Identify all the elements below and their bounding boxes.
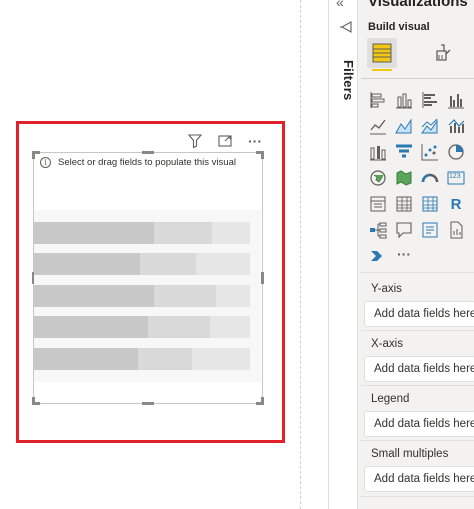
placeholder-bar (216, 285, 250, 307)
stacked-area-chart-icon[interactable] (419, 115, 441, 137)
x-axis-drop-zone[interactable]: Add data fields here (364, 356, 474, 382)
placeholder-bar (140, 253, 196, 275)
power-automate-icon[interactable] (367, 245, 389, 267)
placeholder-bar (212, 222, 250, 244)
resize-handle-top-left-v[interactable] (32, 151, 35, 159)
pane-separator (361, 78, 474, 79)
r-script-visual-icon[interactable]: R (445, 193, 467, 215)
build-visual-label: Build visual (368, 21, 430, 33)
well-separator (361, 440, 474, 441)
funnel-chart-icon[interactable] (393, 141, 415, 163)
line-and-column-chart-icon[interactable] (445, 115, 467, 137)
visual-header: ··· (186, 130, 264, 152)
resize-handle-bottom-right-v[interactable] (261, 397, 264, 405)
collapse-pane-icon[interactable]: « (336, 0, 352, 10)
card-icon[interactable]: 123 (445, 167, 467, 189)
decomposition-tree-icon[interactable] (367, 219, 389, 241)
filter-icon[interactable] (186, 132, 204, 150)
slicer-icon[interactable] (367, 193, 389, 215)
clustered-bar-chart-icon[interactable] (419, 89, 441, 111)
area-chart-icon[interactable] (393, 115, 415, 137)
gauge-icon[interactable] (419, 167, 441, 189)
placeholder-bar (34, 253, 140, 275)
ribbon-chart-icon[interactable] (367, 141, 389, 163)
paginated-report-icon[interactable] (445, 219, 467, 241)
active-tab-underline (372, 69, 392, 71)
stacked-column-chart-icon[interactable] (393, 89, 415, 111)
map-icon[interactable] (367, 167, 389, 189)
placeholder-chart (34, 210, 261, 382)
table-icon[interactable] (393, 193, 415, 215)
empty-visual-hint: i Select or drag fields to populate this… (40, 157, 236, 168)
resize-handle-top[interactable] (142, 151, 154, 154)
placeholder-bar (138, 348, 192, 370)
pie-chart-icon[interactable] (445, 141, 467, 163)
matrix-icon[interactable] (419, 193, 441, 215)
stacked-bar-chart-icon[interactable] (367, 89, 389, 111)
placeholder-bar (196, 253, 250, 275)
placeholder-bar (154, 222, 212, 244)
y-axis-drop-zone[interactable]: Add data fields here (364, 301, 474, 327)
filters-pane-label[interactable]: Filters (332, 60, 356, 120)
placeholder-bar (154, 285, 216, 307)
placeholder-bar (34, 222, 154, 244)
legend-drop-zone[interactable]: Add data fields here (364, 411, 474, 437)
build-visual-icon (372, 43, 392, 63)
small-multiples-drop-zone[interactable]: Add data fields here (364, 466, 474, 492)
scatter-chart-icon[interactable] (419, 141, 441, 163)
resize-handle-top-right-v[interactable] (261, 151, 264, 159)
more-options-icon[interactable]: ··· (246, 132, 264, 150)
placeholder-bar (34, 348, 138, 370)
filled-map-icon[interactable] (393, 167, 415, 189)
info-icon: i (40, 157, 51, 168)
resize-handle-bottom-left-v[interactable] (32, 397, 35, 405)
visualizations-title: Visualizations (368, 0, 468, 10)
placeholder-bar (34, 285, 154, 307)
focus-mode-icon[interactable] (216, 132, 234, 150)
hint-text: Select or drag fields to populate this v… (58, 157, 236, 168)
well-separator (361, 330, 474, 331)
filters-pane-icon[interactable] (338, 19, 354, 35)
well-separator (361, 385, 474, 386)
y-axis-label: Y-axis (371, 283, 402, 295)
more-visuals-icon[interactable]: ··· (393, 243, 415, 265)
build-visual-tab[interactable] (367, 38, 397, 68)
format-visual-tab[interactable] (428, 38, 458, 68)
small-multiples-label: Small multiples (371, 448, 449, 460)
line-chart-icon[interactable] (367, 115, 389, 137)
placeholder-bar (192, 348, 250, 370)
smart-narrative-icon[interactable] (419, 219, 441, 241)
page-divider (300, 0, 301, 509)
qna-icon[interactable] (393, 219, 415, 241)
resize-handle-right[interactable] (261, 272, 264, 284)
format-visual-icon (436, 44, 451, 61)
clustered-column-chart-icon[interactable] (445, 89, 467, 111)
placeholder-bar (148, 316, 210, 338)
placeholder-bar (34, 316, 148, 338)
x-axis-label: X-axis (371, 338, 403, 350)
resize-handle-bottom[interactable] (142, 402, 154, 405)
placeholder-bar (210, 316, 250, 338)
legend-label: Legend (371, 393, 410, 405)
card-icon-label: 123 (449, 173, 461, 180)
well-separator (361, 496, 474, 497)
well-separator (361, 272, 474, 273)
